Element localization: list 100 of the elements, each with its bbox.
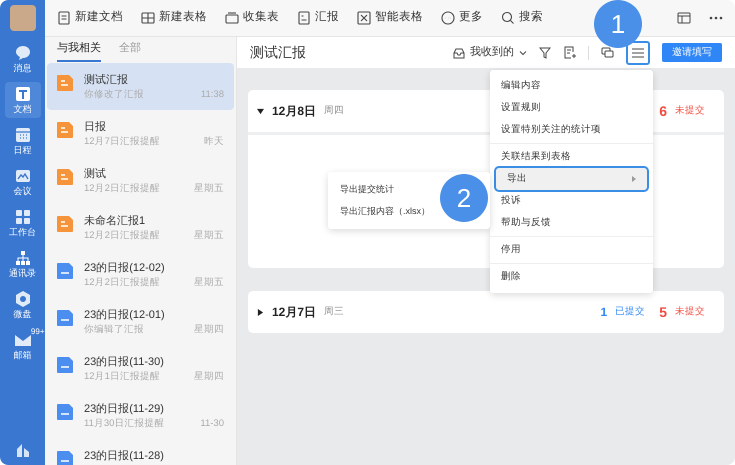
sidebar-label: 日程 [14,145,32,156]
add-note-icon[interactable] [563,46,576,59]
menu-item[interactable]: 关联结果到表格 [490,146,653,168]
submitted-label: 已提交 [615,304,646,319]
menu-item[interactable]: 设置规则 [490,97,653,119]
report-title: 测试汇报 [250,43,306,62]
caret-down-icon[interactable] [257,108,264,114]
sidebar-label: 邮箱 [14,350,32,361]
day-date: 12月8日 [272,103,316,120]
smart-table-icon [357,11,371,25]
file-icon [57,404,73,420]
document-list-item[interactable]: 23的日报(12-01) 你编辑了汇报 星期四 [47,298,234,345]
chat-icon [14,44,32,62]
invite-button[interactable]: 邀请填写 [662,43,722,62]
toolbar-button[interactable]: 收集表 [225,9,279,27]
caret-right-icon[interactable] [257,308,264,316]
document-title: 23的日报(12-01) [84,308,166,323]
sidebar-label: 文档 [14,104,32,115]
submitted-count: 1 [600,304,608,321]
grid-icon [14,208,32,226]
more-icon [441,11,455,25]
not-submitted-label: 未提交 [675,104,705,118]
day-weekday: 周四 [324,104,344,118]
document-list-item[interactable]: 日报 12月7日汇报提醒 昨天 [47,110,234,157]
sidebar-label: 通讯录 [9,268,36,279]
document-subtitle: 12月7日汇报提醒 [84,135,160,149]
file-icon [57,122,73,138]
filter-icon[interactable] [539,46,551,58]
submenu-item[interactable]: 导出汇报内容（.xlsx） [340,205,430,218]
document-list-item[interactable]: 23的日报(11-29) 11月30日汇报提醒 11-30 [47,392,234,439]
menu-item[interactable]: 删除 [490,266,653,288]
menu-icon [632,48,644,58]
document-subtitle: 你修改了汇报 [84,88,144,102]
sidebar-item[interactable]: 通讯录 [4,246,40,282]
sidebar-item[interactable]: 会议 [4,164,40,200]
tray-icon [225,11,239,25]
sidebar-item[interactable]: 日程 [4,123,40,159]
toolbar-button[interactable]: 新建文档 [57,9,123,27]
document-title: 测试 [84,167,107,182]
file-icon [57,75,73,91]
document-list-item[interactable]: 未命名汇报1 12月2日汇报提醒 星期五 [47,204,234,251]
menu-item[interactable]: 设置特别关注的统计项 [490,119,653,141]
document-list-item[interactable]: 23的日报(11-28) [47,439,234,465]
search-icon [501,11,515,25]
file-icon [57,357,73,373]
sidebar-item[interactable]: 工作台 [4,205,40,241]
document-time: 星期五 [194,276,224,290]
document-list-item[interactable]: 23的日报(11-30) 12月1日汇报提醒 星期四 [47,345,234,392]
toolbar-button[interactable]: 搜索 [501,9,543,27]
document-subtitle: 12月2日汇报提醒 [84,229,160,243]
sidebar-label: 微盘 [14,309,32,320]
file-icon [57,216,73,232]
document-list-item[interactable]: 测试 12月2日汇报提醒 星期五 [47,157,234,204]
toolbar-button[interactable]: 智能表格 [357,9,423,27]
document-time: 11:38 [200,88,224,102]
app-logo-icon [16,443,30,457]
document-list-item[interactable]: 测试汇报 你修改了汇报 11:38 [47,63,234,110]
day-weekday: 周三 [324,304,344,319]
chevron-down-icon [519,48,527,56]
layout-icon[interactable] [677,11,691,25]
menu-item[interactable]: 帮助与反馈 [490,212,653,234]
document-time: 星期五 [194,229,224,243]
toolbar-button[interactable]: 新建表格 [141,9,207,27]
document-title: 未命名汇报1 [84,214,146,229]
menu-item[interactable]: 编辑内容 [490,75,653,97]
document-title: 日报 [84,120,107,135]
inbox-icon [453,46,465,58]
sidebar-label: 消息 [14,63,32,74]
menu-item[interactable]: 投诉 [490,190,653,212]
sidebar-label: 会议 [14,186,32,197]
sidebar-item[interactable]: 文档 [4,82,40,118]
document-subtitle: 12月1日汇报提醒 [84,370,160,384]
document-title: 23的日报(12-02) [84,261,166,276]
sidebar-item[interactable]: 微盘 [4,287,40,323]
submenu-item[interactable]: 导出提交统计 [340,182,394,196]
document-subtitle: 11月30日汇报提醒 [84,417,164,431]
toolbar-button[interactable]: 汇报 [297,9,339,27]
document-icon [57,11,71,25]
file-icon [57,310,73,326]
unread-count-label: 99+ [30,326,44,338]
document-title: 测试汇报 [84,73,129,88]
not-submitted-count: 6 [659,102,667,120]
table-icon [141,11,155,25]
chat-bubbles-icon[interactable] [601,46,614,59]
document-title: 23的日报(11-28) [84,449,165,464]
document-subtitle: 12月2日汇报提醒 [84,182,160,196]
document-list-item[interactable]: 23的日报(12-02) 12月2日汇报提醒 星期五 [47,251,234,298]
document-time: 星期四 [194,370,224,384]
filter-dropdown[interactable]: 我收到的 [453,44,527,61]
report-icon [297,11,311,25]
org-chart-icon [14,249,32,267]
document-time: 11-30 [200,417,224,431]
document-subtitle: 你编辑了汇报 [84,323,144,337]
menu-item[interactable]: 导出 [496,168,647,190]
document-title: 23的日报(11-30) [84,355,165,370]
menu-item[interactable]: 停用 [490,239,653,261]
toolbar-button[interactable]: 更多 [441,9,483,27]
more-options-icon[interactable] [709,16,723,20]
sidebar-item[interactable]: 消息 [4,41,40,77]
file-icon [57,263,73,279]
